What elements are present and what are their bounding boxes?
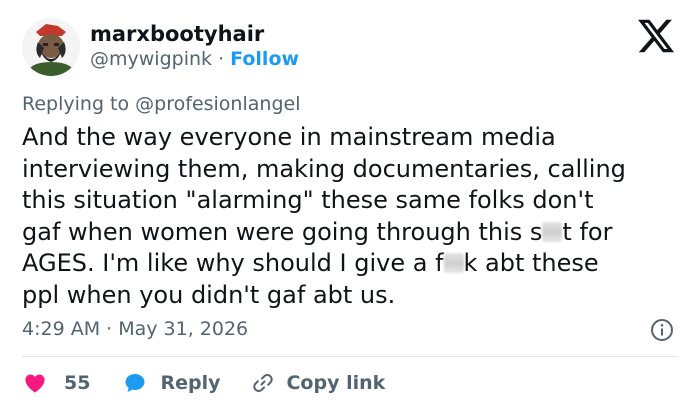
info-icon[interactable]: [650, 318, 674, 342]
tweet-line-4: gaf when women were going through this s…: [22, 217, 682, 249]
censor-blur: [443, 253, 464, 273]
tweet-text: And the way everyone in mainstream media…: [22, 122, 682, 311]
replying-to-label: Replying to: [22, 93, 130, 115]
speech-bubble-icon: [125, 374, 145, 392]
tweet-line-2: interviewing them, making documentaries,…: [22, 154, 626, 183]
copy-link-label: Copy link: [286, 372, 386, 394]
replying-to: Replying to @profesionlangel: [22, 93, 300, 115]
display-name[interactable]: marxbootyhair: [90, 22, 264, 46]
separator-dot: ·: [218, 48, 225, 70]
heart-icon: [25, 374, 45, 393]
tweet-line-5-start: AGES. I'm like why should I give a f: [22, 249, 444, 277]
tweet-card: marxbootyhair @mywigpink · Follow Replyi…: [0, 0, 700, 410]
divider: [22, 356, 678, 357]
avatar[interactable]: [22, 18, 80, 76]
user-handle[interactable]: @mywigpink: [90, 48, 212, 70]
tweet-line-5-end: k abt these: [463, 249, 599, 277]
tweet-line-4-end: t for: [562, 217, 613, 246]
censor-blur: [542, 221, 563, 242]
tweet-line-5: AGES. I'm like why should I give a f k ab…: [22, 248, 682, 280]
reply-label: Reply: [160, 372, 221, 394]
like-button[interactable]: 55: [22, 371, 90, 395]
handle-line: @mywigpink · Follow: [90, 48, 299, 70]
tweet-line-4-start: gaf when women were going through this s: [22, 217, 543, 246]
timestamp[interactable]: 4:29 AM · May 31, 2026: [22, 318, 248, 340]
reply-button[interactable]: Reply: [122, 371, 220, 395]
action-bar: 55 Reply Copy link: [22, 366, 385, 400]
tweet-line-6: ppl when you didn't gaf abt us.: [22, 280, 396, 309]
avatar-image: [22, 18, 80, 76]
copy-link-button[interactable]: Copy link: [250, 371, 385, 395]
follow-button[interactable]: Follow: [230, 48, 299, 70]
x-logo-icon[interactable]: [634, 16, 678, 56]
reply-mention-link[interactable]: @profesionlangel: [135, 93, 300, 115]
link-icon: [253, 374, 274, 392]
tweet-line-3: this situation "alarming" these same fol…: [22, 186, 594, 214]
like-count: 55: [64, 372, 91, 394]
tweet-line-1: And the way everyone in mainstream media: [22, 123, 556, 151]
